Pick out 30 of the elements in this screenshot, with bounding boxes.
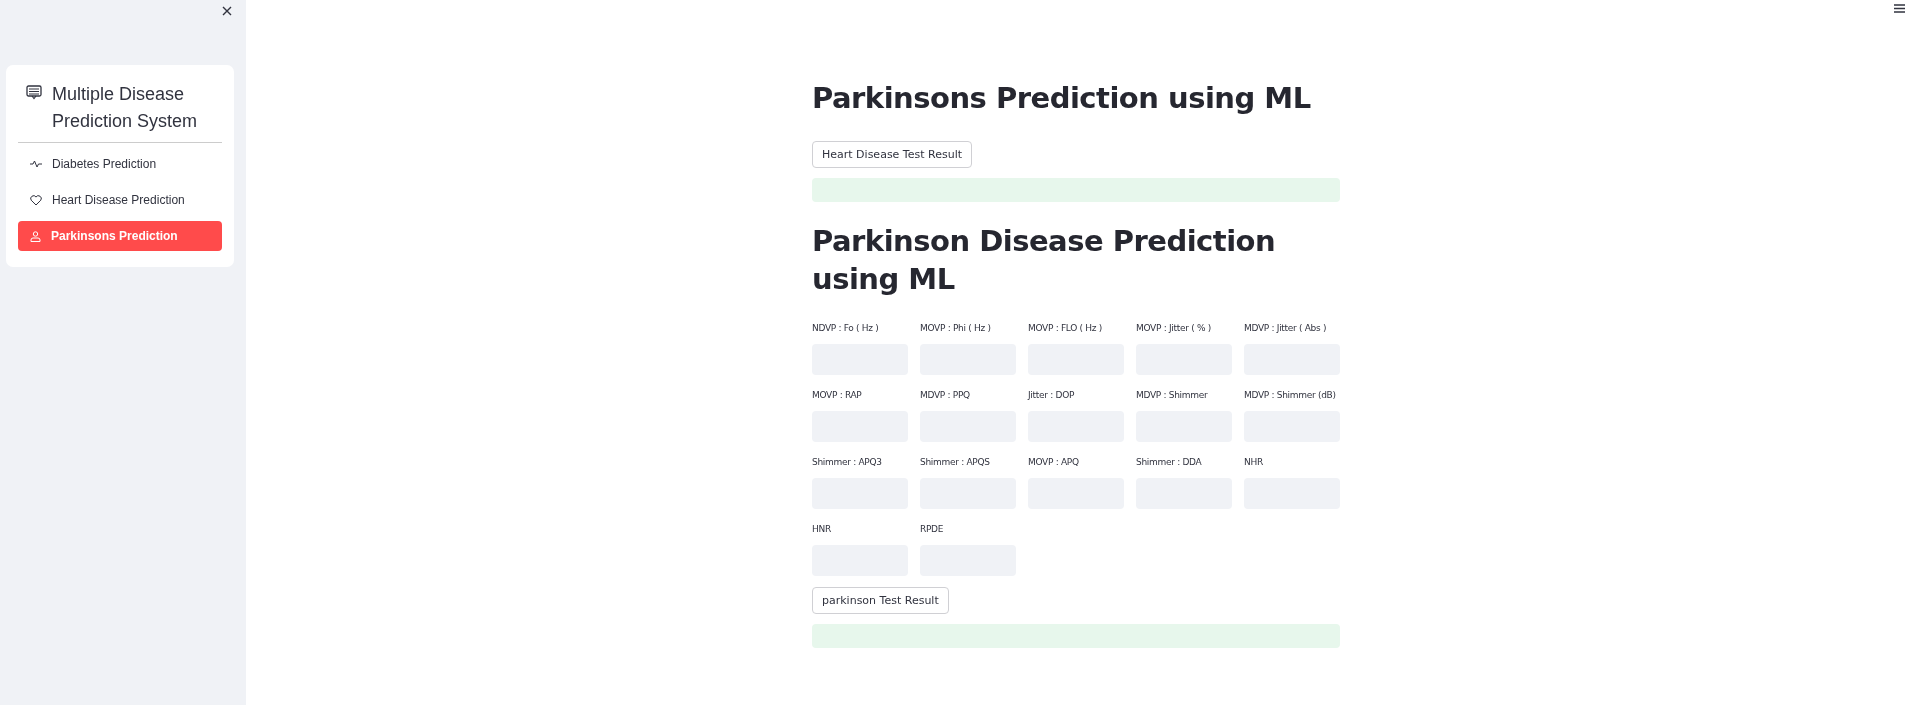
menu-item[interactable]: Heart Disease Prediction	[18, 185, 222, 215]
heart-result-button[interactable]: Heart Disease Test Result	[812, 141, 973, 168]
field-label: Shimmer : APQ3	[812, 456, 883, 468]
field-label: NHR	[1244, 456, 1264, 468]
field-label: MDVP : PPQ	[920, 389, 971, 401]
field-label: MOVP : APQ	[1028, 456, 1080, 468]
section-heading: Parkinson Disease Prediction using ML	[812, 223, 1277, 298]
field-label: Shimmer : APQS	[920, 456, 991, 468]
menu-item[interactable]: Diabetes Prediction	[18, 149, 222, 179]
field-label: MDVP : Shimmer	[1136, 389, 1209, 401]
field-label: MOVP : FLO ( Hz )	[1028, 322, 1103, 334]
person-icon	[30, 230, 41, 242]
page-title: Parkinsons Prediction using ML	[812, 80, 1311, 117]
heart-icon	[30, 194, 42, 206]
field-label: MDVP : Shimmer (dB)	[1244, 389, 1337, 401]
field-label: MDVP : Jitter ( Abs )	[1244, 322, 1328, 334]
list-icon	[26, 85, 42, 100]
close-icon[interactable]	[220, 4, 234, 18]
menu-icon[interactable]	[1892, 2, 1907, 15]
pulse-icon	[30, 159, 42, 169]
parkinson-result-button[interactable]: parkinson Test Result	[812, 587, 949, 614]
field-label: MOVP : Phi ( Hz )	[920, 322, 992, 334]
menu-title: Multiple Disease Prediction System	[52, 83, 199, 133]
field-label: HNR	[812, 523, 832, 535]
field-label: Shimmer : DDA	[1136, 456, 1203, 468]
field-label: Jitter : DOP	[1028, 389, 1076, 401]
field-label: MOVP : Jitter ( % )	[1136, 322, 1212, 334]
field-label: RPDE	[920, 523, 945, 535]
field-label: MOVP : RAP	[812, 389, 863, 401]
field-label: NDVP : Fo ( Hz )	[812, 322, 880, 334]
